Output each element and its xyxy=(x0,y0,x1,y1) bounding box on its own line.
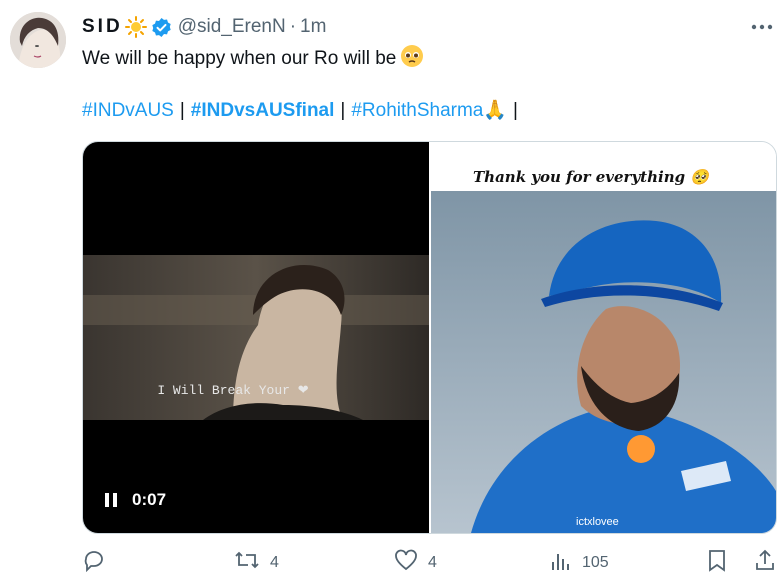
bookmark-button[interactable] xyxy=(706,548,728,577)
more-icon[interactable] xyxy=(749,14,775,40)
video-time: 0:07 xyxy=(132,490,167,509)
hashtag-separator: | xyxy=(340,100,346,121)
hashtag-rohithsharma[interactable]: #RohithSharma🙏 xyxy=(351,100,507,121)
display-name[interactable]: SID xyxy=(82,16,123,38)
hashtag-separator: | xyxy=(513,100,518,121)
reply-button[interactable] xyxy=(82,548,116,577)
hashtag-indvaus[interactable]: #INDvAUS xyxy=(82,100,174,121)
pleading-face-icon xyxy=(400,44,424,76)
photo[interactable]: Thank you for everything 🥺 ictxlovee xyxy=(431,142,776,533)
bookmark-icon xyxy=(706,548,728,577)
views-icon xyxy=(550,548,572,577)
like-icon xyxy=(394,548,418,577)
hashtag-separator: | xyxy=(179,100,185,121)
share-icon xyxy=(754,548,776,577)
retweet-icon xyxy=(234,548,260,577)
tweet-text-content: We will be happy when our Ro will be xyxy=(82,48,397,69)
avatar[interactable] xyxy=(10,12,66,68)
retweet-count: 4 xyxy=(270,553,279,571)
tweet-text: We will be happy when our Ro will be xyxy=(82,44,424,76)
photo-title: Thank you for everything 🥺 xyxy=(473,168,709,186)
separator-dot: · xyxy=(289,16,297,37)
photo-art xyxy=(431,191,776,533)
video-caption: I Will Break Your ❤ xyxy=(157,383,309,398)
share-button[interactable] xyxy=(754,548,776,577)
views-button[interactable]: 105 xyxy=(550,548,609,577)
media-grid: I Will Break Your ❤ 0:07 Thank you for e… xyxy=(82,141,777,534)
video-player[interactable]: I Will Break Your ❤ 0:07 xyxy=(83,142,429,533)
timestamp[interactable]: 1m xyxy=(300,16,326,38)
like-count: 4 xyxy=(428,553,437,571)
retweet-button[interactable]: 4 xyxy=(234,548,279,577)
reply-icon xyxy=(82,548,106,577)
action-bar: 4 4 105 xyxy=(82,548,775,573)
like-button[interactable]: 4 xyxy=(394,548,437,577)
tweet-header: SID @sid_ErenN · 1m xyxy=(82,14,326,40)
views-count: 105 xyxy=(582,553,609,571)
hashtags: #INDvAUS | #INDvsAUSfinal | #RohithSharma🙏 | xyxy=(82,98,524,124)
sun-emoji-icon xyxy=(124,16,147,38)
hashtag-indvsausfinal[interactable]: #INDvsAUSfinal xyxy=(191,100,335,121)
photo-watermark: ictxlovee xyxy=(576,516,619,528)
user-handle[interactable]: @sid_ErenN xyxy=(178,16,286,38)
verified-badge-icon[interactable] xyxy=(151,17,172,38)
pause-icon[interactable] xyxy=(105,493,117,507)
